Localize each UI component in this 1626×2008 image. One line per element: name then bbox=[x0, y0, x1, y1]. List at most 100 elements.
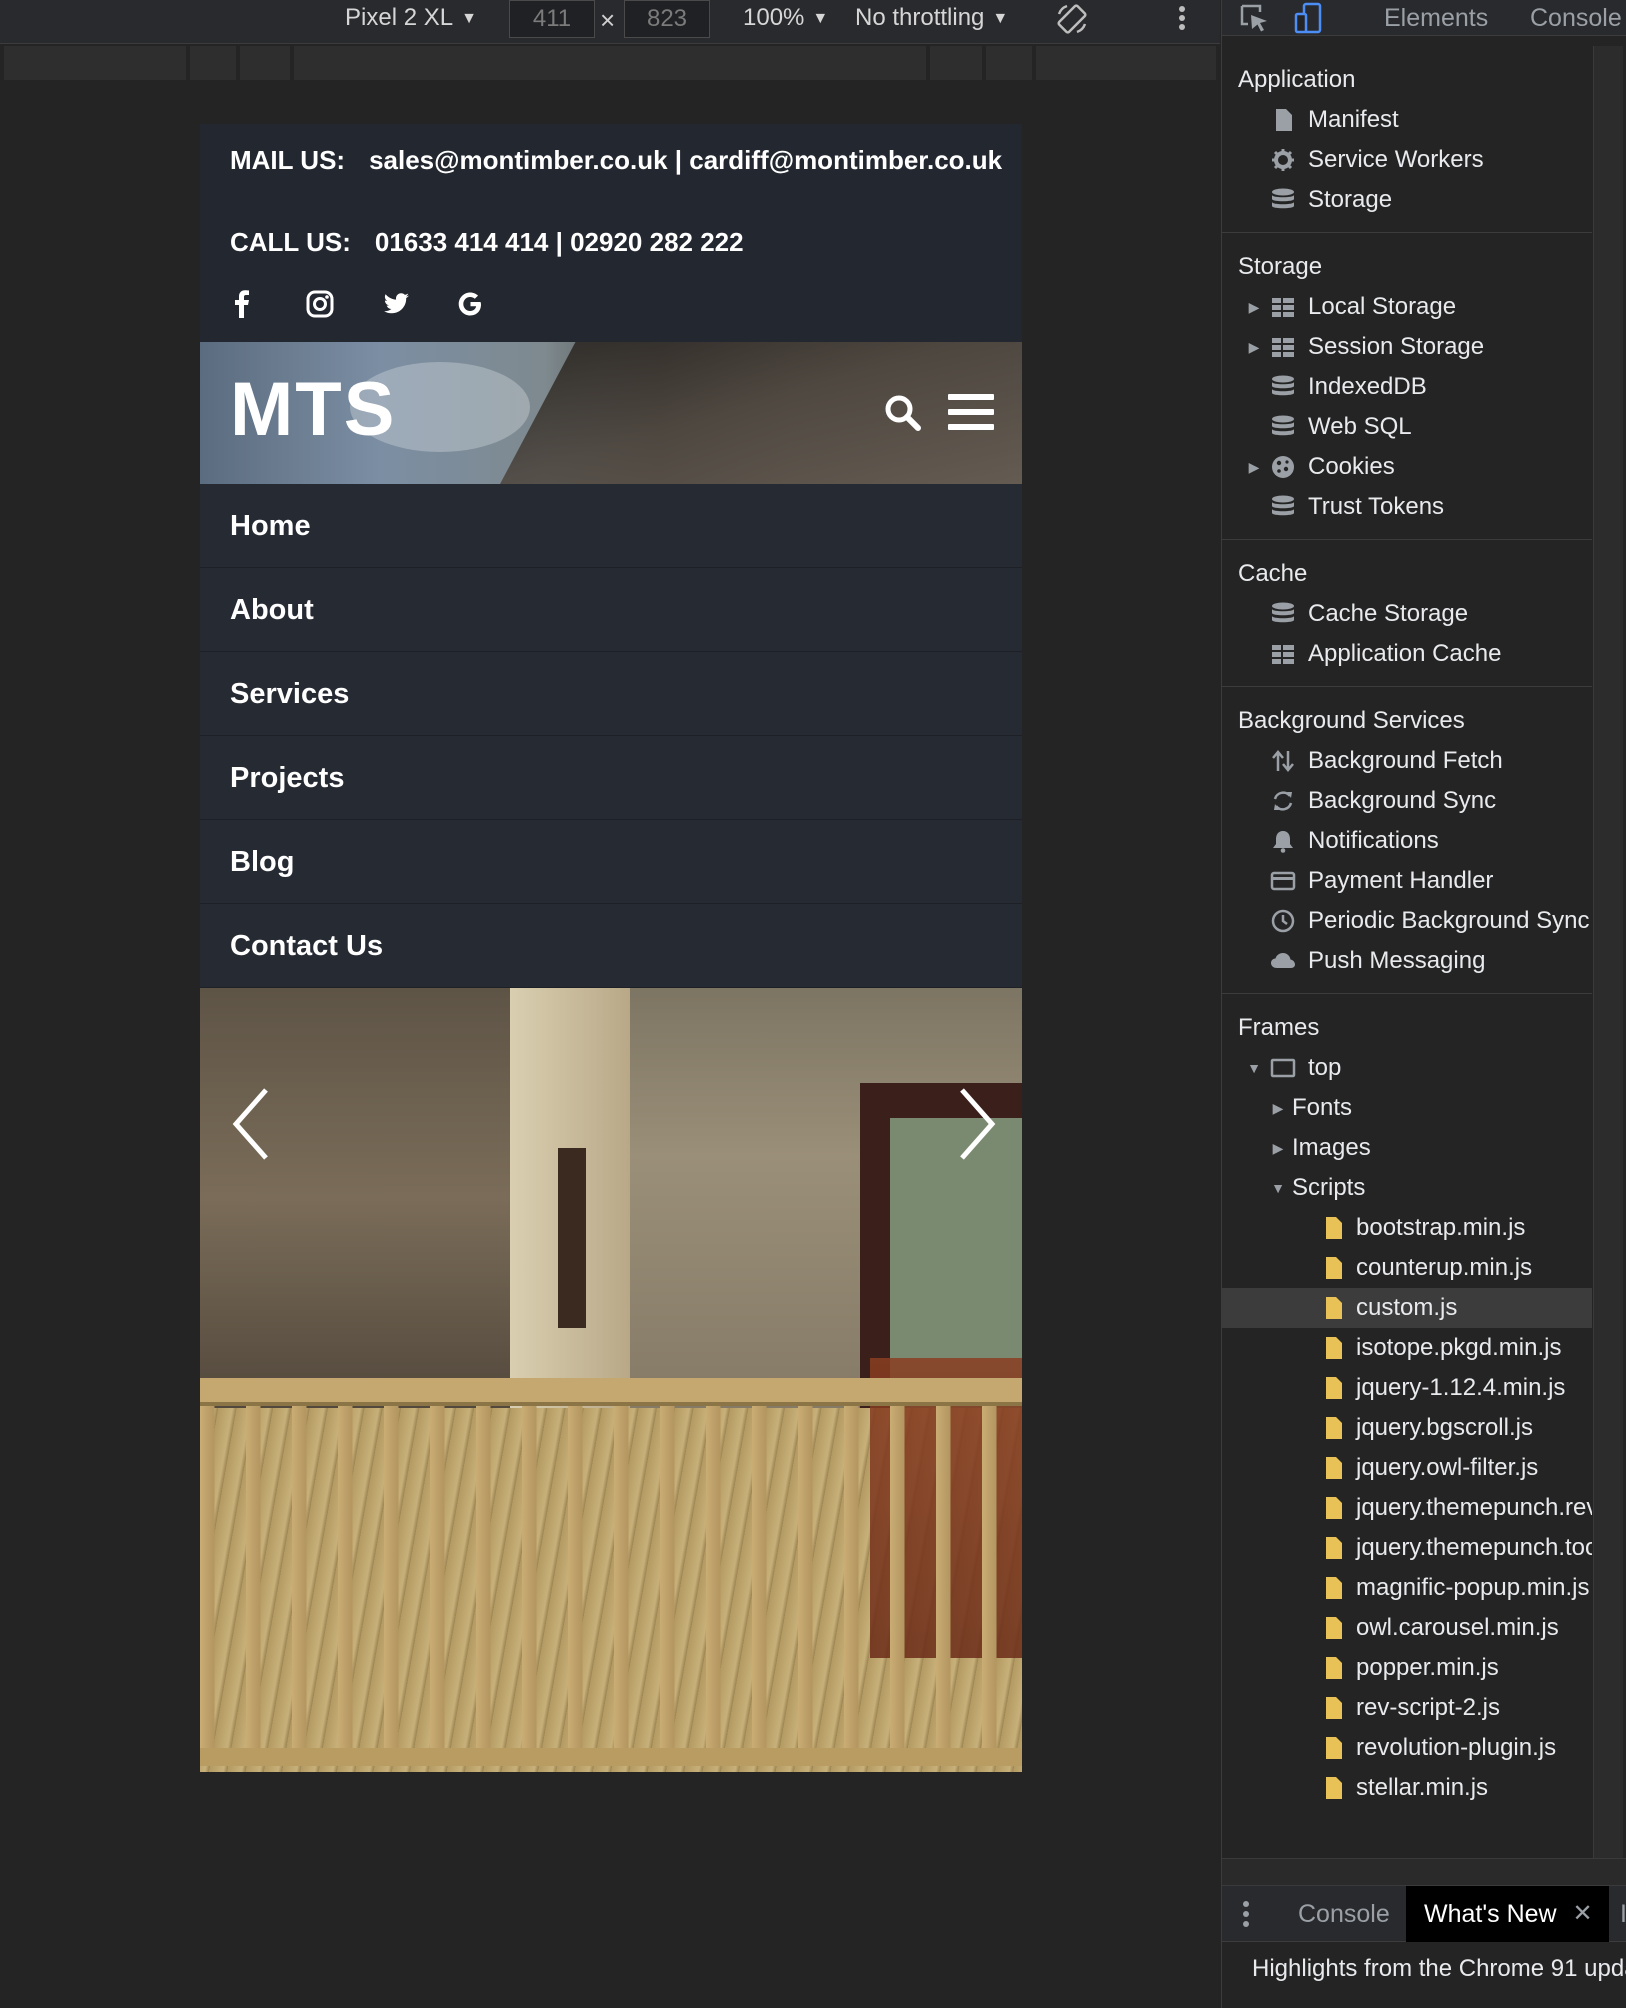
database-icon bbox=[1272, 375, 1294, 396]
frame-top[interactable]: ▼ top bbox=[1222, 1048, 1592, 1088]
media-query-segment[interactable] bbox=[190, 46, 236, 80]
scrollbar-thumb[interactable] bbox=[1598, 46, 1620, 1858]
sidebar-item-local-storage[interactable]: ▶ Local Storage bbox=[1222, 287, 1592, 327]
sidebar-item-web-sql[interactable]: Web SQL bbox=[1222, 407, 1592, 447]
chevron-left-icon bbox=[232, 1088, 268, 1160]
sidebar-item-notifications[interactable]: Notifications bbox=[1222, 821, 1592, 861]
hamburger-menu-button[interactable] bbox=[948, 392, 994, 432]
slider-prev-button[interactable] bbox=[226, 1084, 282, 1164]
chevron-down-icon: ▼ bbox=[992, 10, 1009, 27]
device-toolbar: Pixel 2 XL ▼ 411 × 823 100% ▼ No throttlin… bbox=[0, 0, 1220, 44]
collapse-triangle-icon[interactable]: ▼ bbox=[1270, 1168, 1286, 1208]
sidebar-scrollbar[interactable] bbox=[1593, 46, 1623, 1858]
script-file-item[interactable]: popper.min.js bbox=[1222, 1648, 1592, 1688]
script-file-item[interactable]: counterup.min.js bbox=[1222, 1248, 1592, 1288]
drawer-tab-whats-new[interactable]: What's New ✕ bbox=[1406, 1886, 1609, 1942]
throttling-select[interactable]: No throttling ▼ bbox=[855, 0, 1008, 36]
google-icon[interactable] bbox=[450, 284, 490, 324]
folder-label: Fonts bbox=[1292, 1094, 1353, 1121]
media-query-bar[interactable] bbox=[0, 46, 1218, 82]
nav-item-contact[interactable]: Contact Us bbox=[200, 904, 1022, 988]
media-query-segment[interactable] bbox=[986, 46, 1032, 80]
mail-value[interactable]: sales@montimber.co.uk | cardiff@montimbe… bbox=[369, 145, 1002, 175]
height-input[interactable]: 823 bbox=[624, 0, 710, 38]
sidebar-item-session-storage[interactable]: ▶ Session Storage bbox=[1222, 327, 1592, 367]
folder-label: Images bbox=[1292, 1134, 1371, 1161]
script-file-item[interactable]: stellar.min.js bbox=[1222, 1768, 1592, 1808]
script-file-item[interactable]: isotope.pkgd.min.js bbox=[1222, 1328, 1592, 1368]
script-file-item[interactable]: jquery-1.12.4.min.js bbox=[1222, 1368, 1592, 1408]
script-file-item[interactable]: jquery.themepunch.revolution.min.js bbox=[1222, 1488, 1592, 1528]
sidebar-item-service-workers[interactable]: Service Workers bbox=[1222, 140, 1592, 180]
js-file-icon bbox=[1326, 1377, 1342, 1399]
call-value[interactable]: 01633 414 414 | 02920 282 222 bbox=[375, 227, 744, 257]
script-file-item[interactable]: jquery.bgscroll.js bbox=[1222, 1408, 1592, 1448]
collapse-triangle-icon[interactable]: ▼ bbox=[1246, 1048, 1262, 1088]
nav-item-projects[interactable]: Projects bbox=[200, 736, 1022, 820]
tab-console[interactable]: Console bbox=[1530, 0, 1622, 36]
expand-triangle-icon[interactable]: ▶ bbox=[1246, 327, 1262, 367]
sidebar-item-cookies[interactable]: ▶ Cookies bbox=[1222, 447, 1592, 487]
sidebar-item-label: IndexedDB bbox=[1308, 373, 1427, 400]
facebook-icon[interactable] bbox=[222, 284, 262, 324]
expand-triangle-icon[interactable]: ▶ bbox=[1270, 1088, 1286, 1128]
folder-fonts[interactable]: ▶ Fonts bbox=[1222, 1088, 1592, 1128]
sidebar-item-payment-handler[interactable]: Payment Handler bbox=[1222, 861, 1592, 901]
nav-item-about[interactable]: About bbox=[200, 568, 1022, 652]
sidebar-item-indexeddb[interactable]: IndexedDB bbox=[1222, 367, 1592, 407]
expand-triangle-icon[interactable]: ▶ bbox=[1246, 447, 1262, 487]
media-query-segment[interactable] bbox=[1036, 46, 1216, 80]
twitter-icon[interactable] bbox=[376, 284, 416, 324]
inspect-element-button[interactable] bbox=[1238, 2, 1272, 34]
media-query-segment[interactable] bbox=[294, 46, 926, 80]
sidebar-item-storage[interactable]: Storage bbox=[1222, 180, 1592, 220]
script-file-item[interactable]: owl.carousel.min.js bbox=[1222, 1608, 1592, 1648]
search-button[interactable] bbox=[880, 390, 924, 434]
zoom-value: 100% bbox=[743, 4, 805, 31]
width-input[interactable]: 411 bbox=[509, 0, 595, 38]
media-query-segment[interactable] bbox=[4, 46, 186, 80]
js-file-icon bbox=[1326, 1657, 1342, 1679]
nav-item-services[interactable]: Services bbox=[200, 652, 1022, 736]
sidebar-item-background-fetch[interactable]: Background Fetch bbox=[1222, 741, 1592, 781]
slider-next-button[interactable] bbox=[946, 1084, 1002, 1164]
sidebar-item-periodic-background-sync[interactable]: Periodic Background Sync bbox=[1222, 901, 1592, 941]
script-file-item[interactable]: custom.js bbox=[1222, 1288, 1592, 1328]
drawer-tab-issues[interactable]: Is bbox=[1606, 1886, 1626, 1942]
sidebar-item-trust-tokens[interactable]: Trust Tokens bbox=[1222, 487, 1592, 527]
close-icon[interactable]: ✕ bbox=[1572, 1886, 1592, 1942]
device-select[interactable]: Pixel 2 XL ▼ bbox=[345, 0, 477, 36]
expand-triangle-icon[interactable]: ▶ bbox=[1246, 287, 1262, 327]
sidebar-item-manifest[interactable]: Manifest bbox=[1222, 100, 1592, 140]
horizontal-scrollbar[interactable] bbox=[1222, 1858, 1626, 1886]
sidebar-item-cache-storage[interactable]: Cache Storage bbox=[1222, 594, 1592, 634]
media-query-segment[interactable] bbox=[240, 46, 290, 80]
folder-scripts[interactable]: ▼ Scripts bbox=[1222, 1168, 1592, 1208]
media-query-segment[interactable] bbox=[930, 46, 982, 80]
rotate-button[interactable] bbox=[1055, 2, 1089, 36]
nav-item-blog[interactable]: Blog bbox=[200, 820, 1022, 904]
instagram-icon[interactable] bbox=[300, 284, 340, 324]
tab-elements[interactable]: Elements bbox=[1384, 0, 1488, 36]
script-file-item[interactable]: jquery.owl-filter.js bbox=[1222, 1448, 1592, 1488]
sidebar-item-application-cache[interactable]: Application Cache bbox=[1222, 634, 1592, 674]
zoom-select[interactable]: 100% ▼ bbox=[743, 0, 828, 36]
script-file-label: jquery-1.12.4.min.js bbox=[1356, 1374, 1566, 1401]
nav-item-home[interactable]: Home bbox=[200, 484, 1022, 568]
gear-icon bbox=[1272, 149, 1294, 171]
expand-triangle-icon[interactable]: ▶ bbox=[1270, 1128, 1286, 1168]
script-file-label: bootstrap.min.js bbox=[1356, 1214, 1526, 1241]
drawer-tab-console[interactable]: Console bbox=[1280, 1886, 1408, 1942]
script-file-item[interactable]: magnific-popup.min.js bbox=[1222, 1568, 1592, 1608]
script-file-item[interactable]: revolution-plugin.js bbox=[1222, 1728, 1592, 1768]
script-file-label: jquery.owl-filter.js bbox=[1356, 1454, 1539, 1481]
more-options-button[interactable] bbox=[1175, 0, 1189, 36]
brand-logo[interactable]: MTS bbox=[230, 370, 396, 450]
script-file-item[interactable]: jquery.themepunch.tools.min.js bbox=[1222, 1528, 1592, 1568]
sidebar-item-background-sync[interactable]: Background Sync bbox=[1222, 781, 1592, 821]
script-file-item[interactable]: rev-script-2.js bbox=[1222, 1688, 1592, 1728]
folder-images[interactable]: ▶ Images bbox=[1222, 1128, 1592, 1168]
script-file-item[interactable]: bootstrap.min.js bbox=[1222, 1208, 1592, 1248]
sidebar-item-push-messaging[interactable]: Push Messaging bbox=[1222, 941, 1592, 981]
device-toggle-button[interactable] bbox=[1292, 2, 1326, 34]
